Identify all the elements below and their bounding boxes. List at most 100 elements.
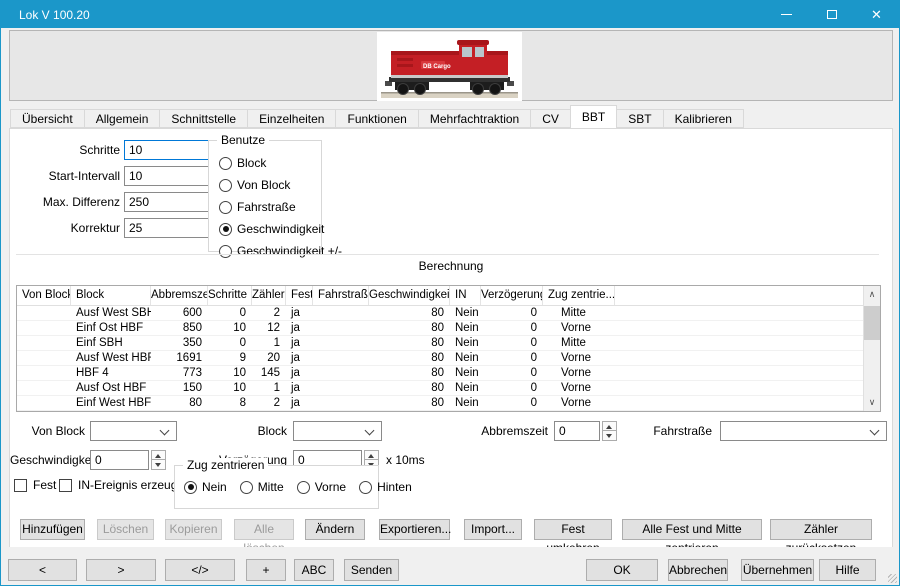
column-header-block[interactable]: Block xyxy=(71,286,151,305)
cell-schritte: 10 xyxy=(208,321,252,335)
tab-allgemein[interactable]: Allgemein xyxy=(84,109,161,128)
korrektur-input[interactable] xyxy=(124,218,220,238)
spin-down-icon[interactable] xyxy=(151,460,166,470)
tab-bbt[interactable]: BBT xyxy=(570,105,617,128)
window-title: Lok V 100.20 xyxy=(1,8,90,22)
scroll-down-icon[interactable]: ∨ xyxy=(864,394,880,411)
nav-blank-button[interactable]: + xyxy=(246,559,286,581)
hinzuf-gen-button[interactable]: Hinzufügen xyxy=(20,519,85,540)
fahrstrasse-label: Fahrstraße xyxy=(640,421,712,441)
radio-icon[interactable] xyxy=(184,481,197,494)
cell-abbremszeit: 600 xyxy=(151,306,208,320)
bernehmen-button[interactable]: Übernehmen xyxy=(741,559,814,581)
geschwindigkeit-spinner[interactable] xyxy=(151,450,166,470)
nav-blank-button[interactable]: < xyxy=(8,559,77,581)
cell-filler xyxy=(615,321,880,335)
spin-down-icon[interactable] xyxy=(602,431,617,441)
maximize-button[interactable] xyxy=(809,1,854,28)
column-header-abbremszeit[interactable]: Abbremszeit xyxy=(151,286,208,305)
radio-icon[interactable] xyxy=(219,179,232,192)
fest-umkehren-button[interactable]: Fest umkehren xyxy=(534,519,612,540)
nav-abc-button[interactable]: ABC xyxy=(294,559,334,581)
abbremszeit-input[interactable] xyxy=(554,421,600,441)
zug-zentrieren-option-vorne[interactable]: Vorne xyxy=(297,480,346,494)
radio-icon[interactable] xyxy=(219,157,232,170)
nav-blank-button[interactable]: > xyxy=(86,559,156,581)
benutze-option-von-block[interactable]: Von Block xyxy=(219,178,342,192)
minimize-button[interactable] xyxy=(764,1,809,28)
column-header-verz-gerung[interactable]: Verzögerung xyxy=(481,286,543,305)
radio-icon[interactable] xyxy=(297,481,310,494)
fest-checkbox[interactable] xyxy=(14,479,27,492)
zug-zentrieren-option-nein[interactable]: Nein xyxy=(184,480,227,494)
fahrstrasse-combobox[interactable] xyxy=(720,421,887,441)
tab-cv[interactable]: CV xyxy=(530,109,571,128)
radio-icon[interactable] xyxy=(240,481,253,494)
table-row[interactable]: Einf West HBF8082ja80Nein0Vorne xyxy=(17,396,880,411)
column-header-z-hler[interactable]: Zähler xyxy=(252,286,286,305)
column-header-fahrstra-e[interactable]: Fahrstraße xyxy=(313,286,369,305)
resize-grip-icon[interactable] xyxy=(888,574,897,583)
benutze-option-geschwindigkeit[interactable]: Geschwindigkeit +/- xyxy=(219,244,342,258)
tab-sbt[interactable]: SBT xyxy=(616,109,663,128)
vertical-scrollbar[interactable]: ∧ ∨ xyxy=(863,286,880,411)
schritte-input[interactable] xyxy=(124,140,220,160)
locomotive-image: DB Cargo xyxy=(377,32,522,101)
ok-button[interactable]: OK xyxy=(586,559,658,581)
abbremszeit-spinner[interactable] xyxy=(602,421,617,441)
table-row[interactable]: HBF 477310145ja80Nein0Vorne xyxy=(17,366,880,381)
spin-up-icon[interactable] xyxy=(364,450,379,460)
radio-icon[interactable] xyxy=(219,223,232,236)
import-button[interactable]: Import... xyxy=(464,519,522,540)
tab-funktionen[interactable]: Funktionen xyxy=(335,109,418,128)
alle-fest-und-mitte-zentrieren-button[interactable]: Alle Fest und Mitte zentrieren xyxy=(622,519,762,540)
cell-von-block xyxy=(17,306,71,320)
zug-zentrieren-option-mitte[interactable]: Mitte xyxy=(240,480,284,494)
hilfe-button[interactable]: Hilfe xyxy=(819,559,876,581)
column-header-schritte[interactable]: Schritte xyxy=(208,286,252,305)
tab-mehrfachtraktion[interactable]: Mehrfachtraktion xyxy=(418,109,531,128)
column-header-zug-zentrie[interactable]: Zug zentrie... xyxy=(543,286,615,305)
cell-block: Ausf West SBH xyxy=(71,306,151,320)
cell-fahrstra-e xyxy=(313,336,369,350)
titlebar[interactable]: Lok V 100.20 ✕ xyxy=(1,1,899,28)
zug-zentrieren-option-hinten[interactable]: Hinten xyxy=(359,480,412,494)
benutze-option-fahrstra-e[interactable]: Fahrstraße xyxy=(219,200,342,214)
cell-filler xyxy=(615,336,880,350)
spin-up-icon[interactable] xyxy=(151,450,166,460)
radio-icon[interactable] xyxy=(359,481,372,494)
table-row[interactable]: Ausf West HBF1691920ja80Nein0Vorne xyxy=(17,351,880,366)
scrollbar-thumb[interactable] xyxy=(864,306,880,340)
start-intervall-input[interactable] xyxy=(124,166,220,186)
benutze-option-geschwindigkeit[interactable]: Geschwindigkeit xyxy=(219,222,342,236)
column-header-geschwindigkeit[interactable]: Geschwindigkeit xyxy=(369,286,450,305)
block-combobox[interactable] xyxy=(293,421,382,441)
column-header-von-block[interactable]: Von Block xyxy=(17,286,71,305)
benutze-option-block[interactable]: Block xyxy=(219,156,342,170)
close-button[interactable]: ✕ xyxy=(854,1,899,28)
table-row[interactable]: Einf Ost HBF8501012ja80Nein0Vorne xyxy=(17,321,880,336)
tab-bersicht[interactable]: Übersicht xyxy=(10,109,85,128)
ndern-button[interactable]: Ändern xyxy=(305,519,365,540)
abbrechen-button[interactable]: Abbrechen xyxy=(668,559,728,581)
tab-kalibrieren[interactable]: Kalibrieren xyxy=(663,109,744,128)
scroll-up-icon[interactable]: ∧ xyxy=(864,286,880,303)
table-row[interactable]: Einf SBH35001ja80Nein0Mitte xyxy=(17,336,880,351)
tab-schnittstelle[interactable]: Schnittstelle xyxy=(159,109,248,128)
nav-blank-button[interactable]: </> xyxy=(165,559,235,581)
exportieren-button[interactable]: Exportieren... xyxy=(379,519,450,540)
table-row[interactable]: Ausf Ost HBF150101ja80Nein0Vorne xyxy=(17,381,880,396)
column-header-in[interactable]: IN xyxy=(450,286,481,305)
radio-icon[interactable] xyxy=(219,201,232,214)
nav-senden-button[interactable]: Senden xyxy=(344,559,399,581)
max-differenz-input[interactable] xyxy=(124,192,220,212)
in-ereignis-checkbox[interactable] xyxy=(59,479,72,492)
table-row[interactable]: Ausf West SBH60002ja80Nein0Mitte xyxy=(17,306,880,321)
tab-einzelheiten[interactable]: Einzelheiten xyxy=(247,109,336,128)
geschwindigkeit-input[interactable] xyxy=(90,450,149,470)
von-block-combobox[interactable] xyxy=(90,421,177,441)
column-header-fest[interactable]: Fest xyxy=(286,286,313,305)
spin-up-icon[interactable] xyxy=(602,421,617,431)
radio-icon[interactable] xyxy=(219,245,232,258)
z-hler-zur-cksetzen-button[interactable]: Zähler zurücksetzen xyxy=(770,519,872,540)
